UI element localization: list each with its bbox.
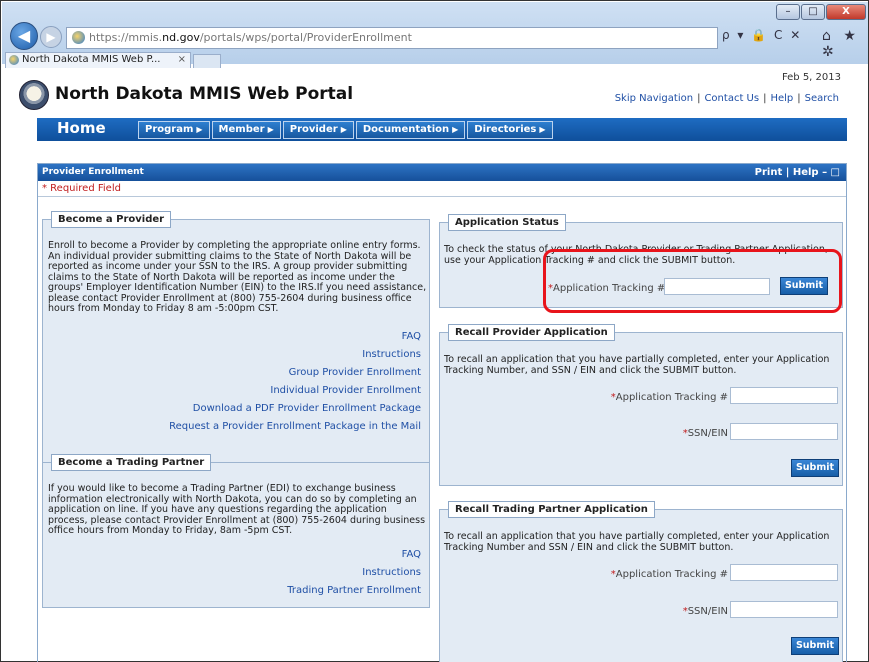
trading-partner-enrollment-link[interactable]: Trading Partner Enrollment <box>287 585 421 596</box>
contact-us-link[interactable]: Contact Us <box>704 93 759 104</box>
nav-documentation[interactable]: Documentation ▶ <box>355 121 466 139</box>
new-tab-button[interactable] <box>193 54 221 68</box>
skip-navigation-link[interactable]: Skip Navigation <box>615 93 693 104</box>
nav-program[interactable]: Program ▶ <box>138 121 210 139</box>
provider-faq-link[interactable]: FAQ <box>402 331 421 342</box>
tab-title: North Dakota MMIS Web P... <box>22 54 161 65</box>
help-link[interactable]: Help <box>770 93 793 104</box>
search-link[interactable]: Search <box>805 93 839 104</box>
nav-label: Documentation <box>362 124 450 135</box>
recall-provider-ssn-label: *SSN/EIN <box>682 428 728 439</box>
become-provider-text: Enroll to become a Provider by completin… <box>48 240 427 314</box>
provider-instructions-link[interactable]: Instructions <box>362 349 421 360</box>
box-title: Recall Trading Partner Application <box>448 501 655 518</box>
partner-instructions-link[interactable]: Instructions <box>362 567 421 578</box>
portal-title: North Dakota MMIS Web Portal <box>55 84 354 104</box>
box-title: Become a Provider <box>51 211 172 228</box>
group-provider-enrollment-link[interactable]: Group Provider Enrollment <box>289 367 421 378</box>
minimize-button[interactable]: – <box>776 4 800 20</box>
top-links: Skip Navigation | Contact Us | Help | Search <box>615 93 839 104</box>
recall-provider-box: Recall Provider Application To recall an… <box>439 324 843 486</box>
address-tools-icons[interactable]: ρ ▾ 🔒 C ✕ <box>722 28 802 42</box>
tab-site-icon <box>9 55 19 65</box>
back-arrow-icon[interactable]: ◀ <box>10 22 38 50</box>
callout-highlight <box>543 249 842 313</box>
recall-provider-text: To recall an application that you have p… <box>444 354 830 376</box>
recall-trading-partner-box: Recall Trading Partner Application To re… <box>439 501 843 662</box>
window-controls: – □ X <box>775 4 866 20</box>
nav-directories[interactable]: Directories ▶ <box>467 121 553 139</box>
become-partner-text: If you would like to become a Trading Pa… <box>48 483 426 536</box>
url-domain: nd.gov <box>162 31 200 44</box>
browser-window: – □ X ◀ ▶ https://mmis.nd.gov/portals/wp… <box>0 0 869 662</box>
box-title: Application Status <box>448 214 566 231</box>
become-trading-partner-box: Become a Trading Partner If you would li… <box>42 454 430 608</box>
browser-chrome: – □ X ◀ ▶ https://mmis.nd.gov/portals/wp… <box>2 2 868 68</box>
recall-provider-tracking-input[interactable] <box>730 387 838 404</box>
recall-partner-tracking-label: *Application Tracking # <box>610 569 728 580</box>
box-title: Become a Trading Partner <box>51 454 212 471</box>
required-field-note: * Required Field <box>38 181 846 197</box>
state-seal-logo <box>19 80 49 110</box>
nav-home[interactable]: Home <box>57 119 106 137</box>
panel-title: Provider Enrollment <box>42 167 144 177</box>
forward-arrow-icon[interactable]: ▶ <box>40 26 62 48</box>
provider-enrollment-panel: Provider Enrollment Print | Help – □ * R… <box>37 163 847 662</box>
nav-provider[interactable]: Provider ▶ <box>282 121 354 139</box>
url-prefix: https://mmis. <box>89 31 163 44</box>
arrow-right-icon: ▶ <box>452 125 459 134</box>
nav-member[interactable]: Member ▶ <box>211 121 281 139</box>
tab-close-icon[interactable]: × <box>178 53 186 67</box>
nav-label: Member <box>218 124 265 135</box>
close-window-button[interactable]: X <box>826 4 866 20</box>
arrow-right-icon: ▶ <box>340 125 347 134</box>
panel-tools[interactable]: Print | Help – □ <box>755 164 840 181</box>
partner-faq-link[interactable]: FAQ <box>402 549 421 560</box>
page-header: Feb 5, 2013 North Dakota MMIS Web Portal… <box>9 67 863 117</box>
recall-partner-ssn-label: *SSN/EIN <box>682 606 728 617</box>
recall-partner-tracking-input[interactable] <box>730 564 838 581</box>
url-path: /portals/wps/portal/ProviderEnrollment <box>199 31 412 44</box>
page-date: Feb 5, 2013 <box>781 72 841 83</box>
arrow-right-icon: ▶ <box>539 125 546 134</box>
ie-site-icon <box>72 31 85 44</box>
nav-label: Program <box>145 124 194 135</box>
address-bar[interactable]: https://mmis.nd.gov/portals/wps/portal/P… <box>66 27 718 49</box>
recall-provider-submit-button[interactable]: Submit <box>791 459 839 477</box>
arrow-right-icon: ▶ <box>196 125 203 134</box>
recall-provider-tracking-label: *Application Tracking # <box>610 392 728 403</box>
download-pdf-package-link[interactable]: Download a PDF Provider Enrollment Packa… <box>193 403 421 414</box>
become-provider-box: Become a Provider Enroll to become a Pro… <box>42 211 430 465</box>
separator: | <box>697 93 701 104</box>
recall-partner-ssn-input[interactable] <box>730 601 838 618</box>
request-package-mail-link[interactable]: Request a Provider Enrollment Package in… <box>169 421 421 432</box>
nav-label: Provider <box>289 124 338 135</box>
maximize-button[interactable]: □ <box>801 4 825 20</box>
arrow-right-icon: ▶ <box>267 125 274 134</box>
recall-provider-ssn-input[interactable] <box>730 423 838 440</box>
recall-partner-submit-button[interactable]: Submit <box>791 637 839 655</box>
nav-menu: Program ▶ Member ▶ Provider ▶ Documentation… <box>138 121 555 139</box>
separator: | <box>763 93 767 104</box>
recall-partner-text: To recall an application that you have p… <box>444 531 830 553</box>
nav-label: Directories <box>474 124 537 135</box>
home-favorites-icons[interactable]: ⌂ ★ ✲ <box>822 28 868 60</box>
individual-provider-enrollment-link[interactable]: Individual Provider Enrollment <box>270 385 421 396</box>
box-title: Recall Provider Application <box>448 324 615 341</box>
separator: | <box>797 93 801 104</box>
main-nav-bar: Home Program ▶ Member ▶ Provider ▶ Document… <box>37 118 847 141</box>
panel-header: Provider Enrollment Print | Help – □ <box>38 164 846 181</box>
browser-tab[interactable]: North Dakota MMIS Web P... × <box>5 52 191 68</box>
